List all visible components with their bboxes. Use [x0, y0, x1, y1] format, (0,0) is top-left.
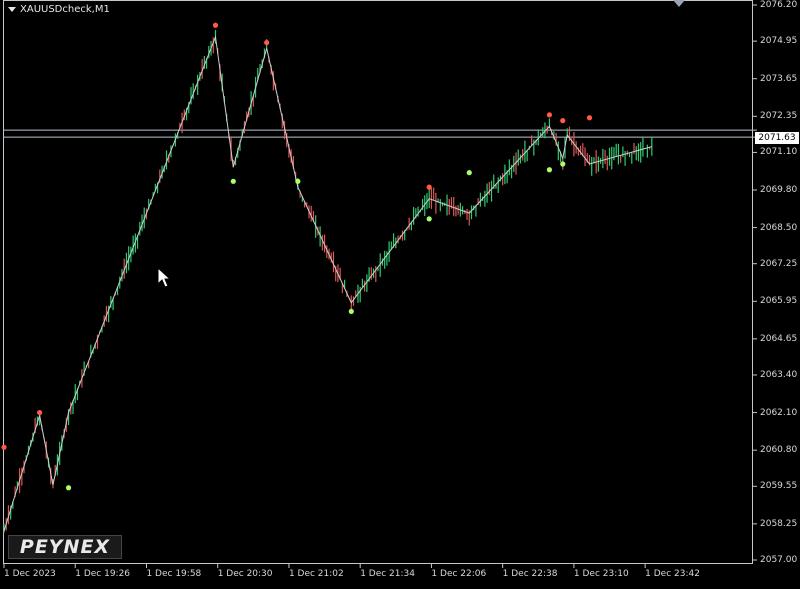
current-price-label: 2071.63: [755, 132, 799, 144]
zigzag-line: [3, 34, 652, 532]
price-tick-label: 2076.20: [760, 0, 798, 10]
time-tick-label: 1 Dec 21:34: [360, 569, 415, 579]
time-tick-label: 1 Dec 22:06: [431, 569, 487, 579]
price-tick-label: 2064.65: [760, 333, 798, 344]
swing-low-dot: [546, 167, 553, 173]
price-tick-label: 2057.00: [760, 555, 798, 565]
price-tick-label: 2059.55: [760, 481, 798, 492]
price-tick-label: 2072.35: [760, 111, 798, 122]
chart-window[interactable]: XAUUSDcheck,M1 2076.20 2074.95 2073.65 2072…: [0, 0, 800, 589]
swing-low-dot: [560, 161, 566, 167]
chart-title-label: XAUUSDcheck,M1: [20, 4, 110, 15]
price-tick-label: 2060.80: [760, 445, 798, 456]
swing-high-dot: [546, 112, 553, 118]
swing-high-dot: [1, 444, 7, 450]
chart-title[interactable]: XAUUSDcheck,M1: [8, 4, 110, 15]
price-bars: [3, 29, 653, 533]
chart-shift-marker-icon[interactable]: [673, 0, 685, 7]
watermark-logo: PEYNEX: [8, 535, 122, 559]
swing-high-dot: [586, 115, 593, 121]
time-tick-label: 1 Dec 22:38: [502, 569, 558, 579]
swing-high-dot: [426, 184, 432, 190]
price-tick-label: 2062.10: [760, 407, 798, 418]
swing-low-dot: [65, 485, 72, 491]
swing-low-dot: [295, 178, 301, 184]
swing-high-dot: [37, 409, 43, 416]
time-tick-label: 1 Dec 2023: [4, 569, 56, 579]
swing-high-dot: [560, 118, 566, 124]
time-tick-label: 1 Dec 21:02: [288, 569, 344, 579]
swing-low-dot: [348, 308, 354, 315]
price-tick-label: 2058.25: [760, 518, 798, 529]
price-tick-label: 2065.95: [760, 296, 798, 307]
price-tick-label: 2073.65: [760, 73, 798, 84]
swing-low-dot: [230, 178, 236, 184]
time-tick-label: 1 Dec 23:42: [645, 569, 700, 579]
price-tick-label: 2069.80: [760, 185, 798, 195]
time-tick-label: 1 Dec 19:58: [146, 569, 202, 579]
swing-high-dot: [264, 39, 270, 46]
price-tick-label: 2063.40: [760, 370, 798, 380]
time-tick-label: 1 Dec 19:26: [75, 569, 131, 579]
price-tick-label: 2071.10: [760, 147, 798, 158]
swing-low-dot: [426, 216, 432, 222]
price-tick-label: 2067.25: [760, 258, 798, 269]
price-tick-label: 2068.50: [760, 222, 798, 233]
price-tick-label: 2074.95: [760, 36, 798, 47]
swing-high-dot: [212, 22, 219, 28]
swing-low-dot: [466, 170, 472, 176]
chevron-down-icon[interactable]: [8, 7, 16, 12]
mouse-cursor-icon: [157, 266, 172, 288]
time-tick-label: 1 Dec 20:30: [217, 569, 273, 579]
price-chart[interactable]: [0, 0, 800, 589]
time-tick-label: 1 Dec 23:10: [573, 569, 629, 579]
